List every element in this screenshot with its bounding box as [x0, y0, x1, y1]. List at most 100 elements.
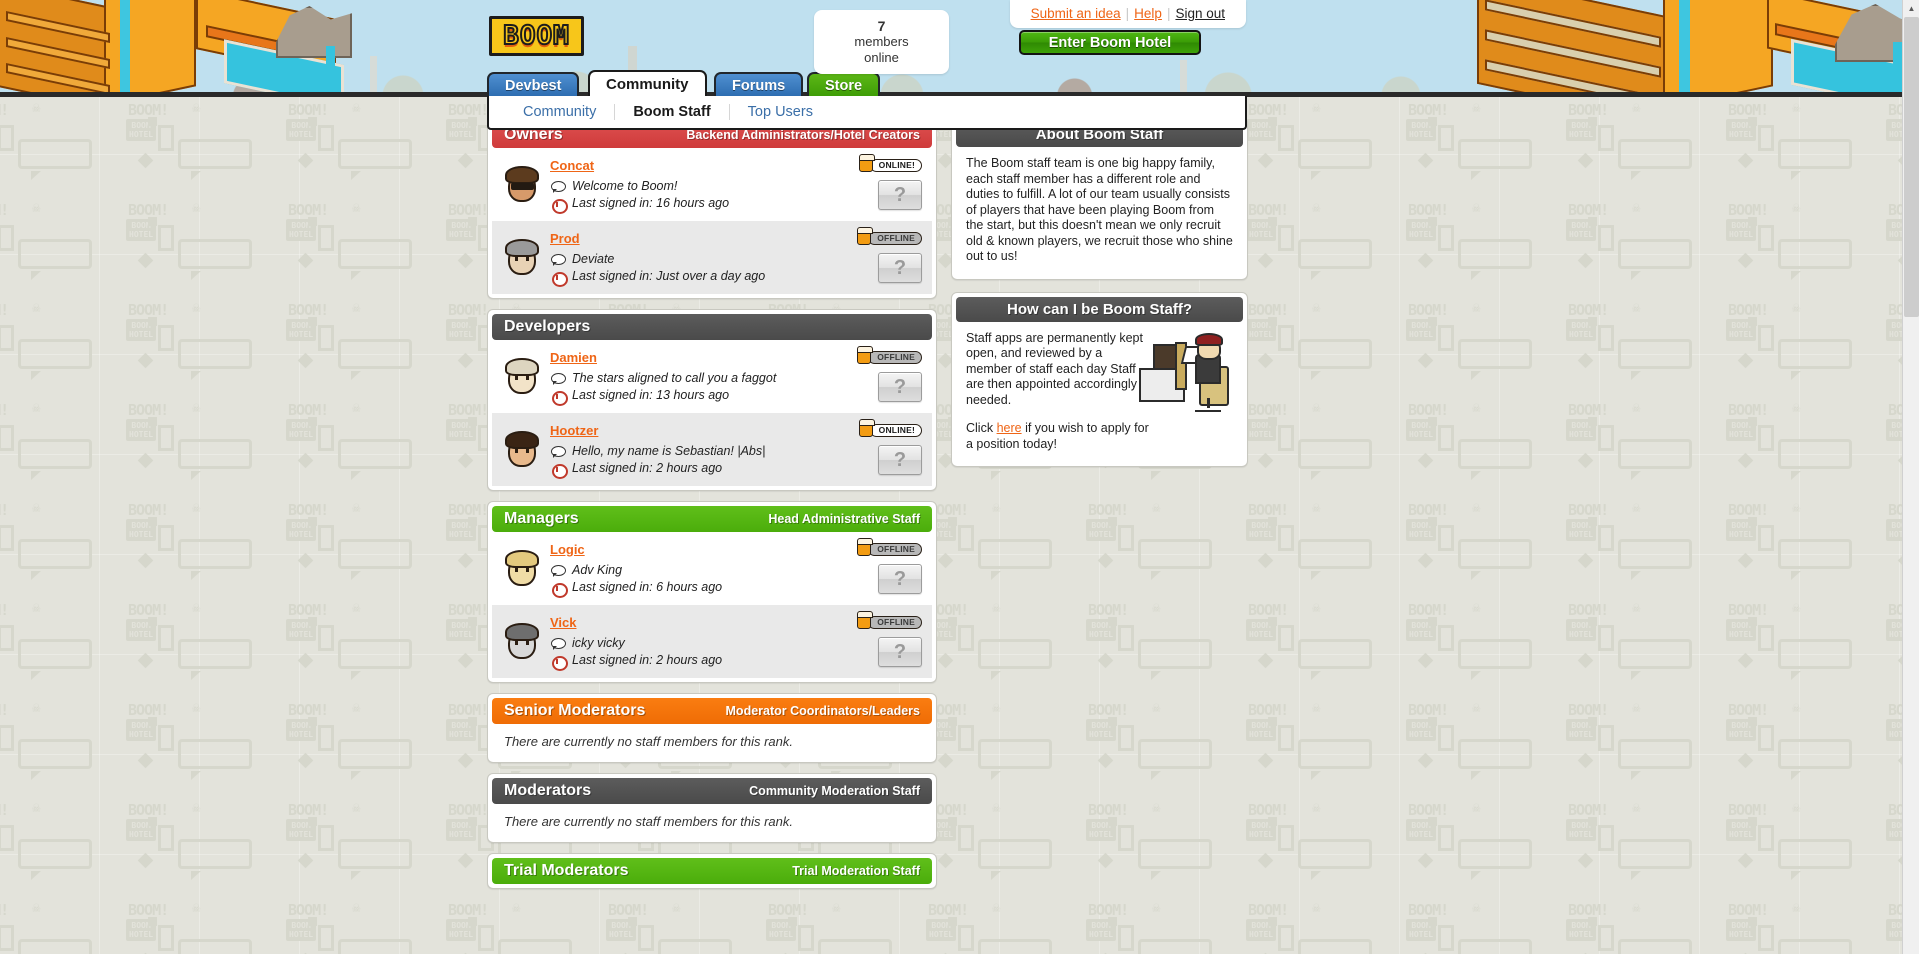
cupcake-icon	[857, 538, 874, 556]
question-button[interactable]: ?	[878, 372, 922, 402]
status-label: OFFLINE	[868, 542, 922, 556]
speech-bubble-icon	[550, 372, 566, 386]
alarm-clock-icon	[550, 270, 568, 287]
table-row[interactable]: Logic Adv King Last signed in: 6 hours a…	[492, 532, 932, 605]
members-online-box: 7 members online	[814, 10, 949, 74]
username-link[interactable]: Damien	[550, 350, 597, 365]
user-motto: Hello, my name is Sebastian! |Abs|	[572, 444, 766, 458]
user-motto: The stars aligned to call you a faggot	[572, 371, 777, 385]
rank-header-moderators: Moderators Community Moderation Staff	[492, 778, 932, 804]
status-label: OFFLINE	[868, 350, 922, 364]
last-signed-in: Last signed in: 2 hours ago	[572, 653, 723, 667]
status-label: ONLINE!	[869, 423, 922, 437]
table-row[interactable]: Concat Welcome to Boom! Last signed in: …	[492, 148, 932, 221]
question-button[interactable]: ?	[878, 445, 922, 475]
cupcake-icon	[858, 419, 875, 437]
rank-title: Developers	[504, 318, 591, 335]
members-online-label-1: members	[854, 34, 909, 49]
rank-header-developers: Developers	[492, 314, 932, 340]
cupcake-icon	[857, 611, 874, 629]
alarm-clock-icon	[550, 581, 568, 598]
staff-desk-illustration	[1139, 328, 1235, 412]
question-button[interactable]: ?	[878, 180, 922, 210]
empty-rank-message: There are currently no staff members for…	[504, 814, 793, 829]
howto-panel-title: How can I be Boom Staff?	[956, 296, 1243, 322]
help-link[interactable]: Help	[1134, 6, 1162, 21]
user-motto: Adv King	[572, 563, 623, 577]
avatar	[502, 429, 542, 475]
about-text: The Boom staff team is one big happy fam…	[966, 156, 1233, 263]
sub-nav: Community Boom Staff Top Users	[487, 96, 1247, 130]
tab-store[interactable]: Store	[807, 72, 881, 97]
tab-forums[interactable]: Forums	[714, 72, 804, 97]
alarm-clock-icon	[550, 389, 568, 406]
enter-boom-hotel-button[interactable]: Enter Boom Hotel	[1019, 30, 1201, 55]
subnav-top-users[interactable]: Top Users	[730, 104, 831, 120]
username-link[interactable]: Hootzer	[550, 423, 598, 438]
alarm-clock-icon	[550, 462, 568, 479]
table-row[interactable]: Damien The stars aligned to call you a f…	[492, 340, 932, 413]
status-badge: ONLINE!	[858, 154, 922, 172]
username-link[interactable]: Vick	[550, 615, 577, 630]
members-online-label-2: online	[864, 50, 899, 65]
question-button[interactable]: ?	[878, 253, 922, 283]
user-motto: icky vicky	[572, 636, 625, 650]
speech-bubble-icon	[550, 253, 566, 267]
main-nav: Devbest Community Forums Store	[0, 70, 1919, 98]
submit-idea-link[interactable]: Submit an idea	[1031, 6, 1121, 21]
rank-panel-senior-moderators: Senior Moderators Moderator Coordinators…	[487, 693, 937, 763]
user-motto: Deviate	[572, 252, 615, 266]
last-signed-in: Last signed in: 6 hours ago	[572, 580, 723, 594]
username-link[interactable]: Prod	[550, 231, 580, 246]
cupcake-icon	[857, 227, 874, 245]
members-online-count: 7	[877, 18, 886, 34]
alarm-clock-icon	[550, 197, 568, 214]
username-link[interactable]: Concat	[550, 158, 594, 173]
scroll-thumb[interactable]	[1904, 17, 1919, 317]
last-signed-in: Last signed in: 2 hours ago	[572, 461, 723, 475]
rank-title: Senior Moderators	[504, 702, 646, 719]
boom-logo-text: BOOM	[502, 21, 570, 51]
rank-panel-developers: Developers Damien The stars aligned to c…	[487, 309, 937, 491]
speech-bubble-icon	[550, 180, 566, 194]
tab-devbest[interactable]: Devbest	[487, 72, 580, 97]
avatar	[502, 356, 542, 402]
last-signed-in: Last signed in: 16 hours ago	[572, 196, 730, 210]
apply-here-link[interactable]: here	[997, 421, 1022, 435]
last-signed-in: Last signed in: 13 hours ago	[572, 388, 730, 402]
rank-panel-moderators: Moderators Community Moderation Staff Th…	[487, 773, 937, 843]
question-button[interactable]: ?	[878, 564, 922, 594]
header-links: Submit an idea | Help | Sign out	[1009, 0, 1246, 28]
about-boom-staff-panel: About Boom Staff The Boom staff team is …	[951, 117, 1248, 280]
about-panel-body: The Boom staff team is one big happy fam…	[956, 147, 1243, 275]
scroll-up-arrow[interactable]: ▲	[1903, 0, 1919, 17]
status-badge: OFFLINE	[857, 346, 922, 364]
question-button[interactable]: ?	[878, 637, 922, 667]
status-label: OFFLINE	[868, 615, 922, 629]
user-motto: Welcome to Boom!	[572, 179, 678, 193]
boom-logo[interactable]: BOOM	[489, 16, 584, 56]
subnav-community[interactable]: Community	[505, 104, 616, 120]
sidebar-column: About Boom Staff The Boom staff team is …	[951, 117, 1248, 479]
tab-community[interactable]: Community	[588, 70, 707, 98]
how-to-be-staff-panel: How can I be Boom Staff? Staff apps are …	[951, 291, 1248, 467]
rank-title: Trial Moderators	[504, 862, 629, 879]
avatar	[502, 548, 542, 594]
subnav-boom-staff[interactable]: Boom Staff	[615, 104, 730, 120]
cupcake-icon	[858, 154, 875, 172]
howto-paragraph-1: Staff apps are permanently kept open, an…	[966, 330, 1147, 407]
status-badge: OFFLINE	[857, 227, 922, 245]
rank-header-managers: Managers Head Administrative Staff	[492, 506, 932, 532]
table-row[interactable]: Hootzer Hello, my name is Sebastian! |Ab…	[492, 413, 932, 486]
rank-header-trial-moderators: Trial Moderators Trial Moderation Staff	[492, 858, 932, 884]
rank-panel-managers: Managers Head Administrative Staff Logic…	[487, 501, 937, 683]
rank-header-senior-moderators: Senior Moderators Moderator Coordinators…	[492, 698, 932, 724]
sign-out-link[interactable]: Sign out	[1175, 6, 1225, 21]
page-scrollbar[interactable]: ▲	[1902, 0, 1919, 954]
table-row[interactable]: Vick icky vicky Last signed in: 2 hours …	[492, 605, 932, 678]
cupcake-icon	[857, 346, 874, 364]
rank-list-column: Owners Backend Administrators/Hotel Crea…	[487, 117, 937, 899]
username-link[interactable]: Logic	[550, 542, 585, 557]
alarm-clock-icon	[550, 654, 568, 671]
table-row[interactable]: Prod Deviate Last signed in: Just over a…	[492, 221, 932, 294]
